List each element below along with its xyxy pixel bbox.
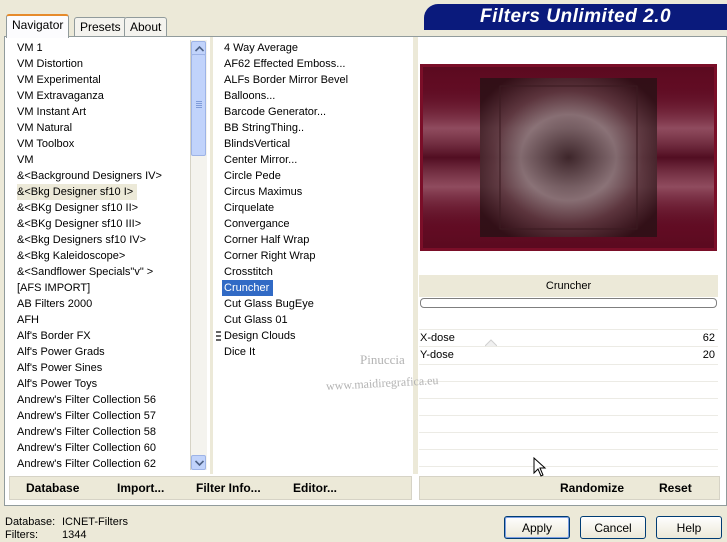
filter-item[interactable]: Cut Glass 01 (222, 312, 410, 328)
category-item[interactable]: Alf's Power Toys (15, 376, 189, 392)
category-item[interactable]: VM Natural (15, 120, 189, 136)
param-x-dose-value: 62 (702, 332, 715, 344)
chevron-up-icon (195, 46, 204, 52)
category-item[interactable]: VM Instant Art (15, 104, 189, 120)
category-item[interactable]: VM Experimental (15, 72, 189, 88)
category-item[interactable]: &<Sandflower Specials"v" > (15, 264, 189, 280)
filter-item[interactable]: AF62 Effected Emboss... (222, 56, 410, 72)
category-item[interactable]: VM Distortion (15, 56, 189, 72)
editor-button[interactable]: Editor... (293, 481, 337, 495)
param-y-dose[interactable]: Y-dose 20 (419, 347, 718, 363)
filter-item[interactable]: Center Mirror... (222, 152, 410, 168)
chevron-down-icon (195, 460, 204, 466)
tab-about[interactable]: About (124, 17, 168, 36)
category-item[interactable]: AFH (15, 312, 189, 328)
parameter-panel: X-dose 62 Y-dose 20 (419, 329, 718, 471)
progress-bar (420, 298, 717, 308)
filter-item-selected[interactable]: Cruncher (222, 280, 274, 296)
watermark-name: Pinuccia (360, 352, 405, 367)
help-button[interactable]: Help (656, 516, 722, 539)
category-item[interactable]: Andrew's Filter Collection 56 (15, 392, 189, 408)
mouse-cursor-icon (533, 457, 547, 477)
database-button[interactable]: Database (26, 481, 79, 495)
list-divider (210, 37, 213, 474)
status-filters-label: Filters: (5, 529, 38, 541)
filter-item[interactable]: 4 Way Average (222, 40, 410, 56)
drag-grip-icon (216, 331, 221, 343)
param-toolbar: Randomize Reset (419, 476, 720, 500)
scroll-thumb[interactable] (191, 54, 206, 156)
category-item[interactable]: VM 1 (15, 40, 189, 56)
reset-button[interactable]: Reset (659, 481, 692, 495)
status-database-label: Database: (5, 516, 56, 528)
category-list[interactable]: VM 1 VM Distortion VM Experimental VM Extra… (15, 40, 189, 472)
filter-item[interactable]: Balloons... (222, 88, 410, 104)
category-item[interactable]: &<BKg Designer sf10 II> (15, 200, 189, 216)
status-database: Database: ICNET-Filters (5, 516, 128, 528)
status-filters: Filters: 1344 (5, 529, 86, 541)
slider-marker-icon (485, 339, 497, 347)
filter-item[interactable]: Circle Pede (222, 168, 410, 184)
category-item[interactable]: &<Background Designers IV> (15, 168, 189, 184)
filter-item[interactable]: Corner Half Wrap (222, 232, 410, 248)
category-item[interactable]: VM (15, 152, 189, 168)
category-item[interactable]: Alf's Power Grads (15, 344, 189, 360)
param-y-dose-value: 20 (702, 349, 715, 361)
category-item[interactable]: Andrew's Filter Collection 60 (15, 440, 189, 456)
filter-item[interactable]: Crosstitch (222, 264, 410, 280)
filter-item[interactable]: Circus Maximus (222, 184, 410, 200)
category-scrollbar[interactable] (190, 40, 207, 470)
status-database-value: ICNET-Filters (62, 516, 128, 528)
filter-item[interactable]: BlindsVertical (222, 136, 410, 152)
filter-info-button[interactable]: Filter Info... (196, 481, 261, 495)
filter-item[interactable]: Cut Glass BugEye (222, 296, 410, 312)
cancel-button[interactable]: Cancel (580, 516, 646, 539)
filter-list[interactable]: 4 Way Average AF62 Effected Emboss... ALFs… (222, 40, 410, 472)
category-item[interactable]: &<Bkg Designers sf10 IV> (15, 232, 189, 248)
param-y-dose-label: Y-dose (420, 349, 454, 361)
import-button[interactable]: Import... (117, 481, 164, 495)
category-item[interactable]: Andrew's Filter Collection 57 (15, 408, 189, 424)
preview-image (420, 64, 717, 251)
tab-navigator[interactable]: Navigator (6, 14, 70, 38)
filter-item[interactable]: Corner Right Wrap (222, 248, 410, 264)
status-filters-value: 1344 (62, 529, 87, 541)
category-item[interactable]: Andrew's Filter Collection 62 (15, 456, 189, 472)
category-item[interactable]: &<Bkg Kaleidoscope> (15, 248, 189, 264)
filter-name-label: Cruncher (419, 275, 718, 297)
filter-item[interactable]: Convergance (222, 216, 410, 232)
category-item[interactable]: &<Bkg Designer sf10 I> (15, 184, 189, 200)
list-toolbar: Database Import... Filter Info... Editor… (9, 476, 412, 500)
filter-item[interactable]: Barcode Generator... (222, 104, 410, 120)
filter-item[interactable]: ALFs Border Mirror Bevel (222, 72, 410, 88)
apply-button[interactable]: Apply (504, 516, 570, 539)
param-x-dose-label: X-dose (420, 332, 455, 344)
randomize-button[interactable]: Randomize (560, 481, 624, 495)
filter-item[interactable]: BB StringThing.. (222, 120, 410, 136)
category-item[interactable]: VM Extravaganza (15, 88, 189, 104)
category-item[interactable]: AB Filters 2000 (15, 296, 189, 312)
tab-presets[interactable]: Presets (74, 17, 127, 36)
category-item-selected-label: &<Bkg Designer sf10 I> (17, 184, 138, 200)
app-banner-title: Filters Unlimited 2.0 (424, 4, 727, 30)
filter-item[interactable]: Cirquelate (222, 200, 410, 216)
category-item[interactable]: VM Toolbox (15, 136, 189, 152)
category-item[interactable]: &<BKg Designer sf10 III> (15, 216, 189, 232)
category-item[interactable]: Alf's Border FX (15, 328, 189, 344)
panel-divider (413, 37, 418, 474)
category-item[interactable]: Alf's Power Sines (15, 360, 189, 376)
category-item[interactable]: [AFS IMPORT] (15, 280, 189, 296)
category-item[interactable]: Andrew's Filter Collection 58 (15, 424, 189, 440)
filter-item[interactable]: Design Clouds (222, 328, 410, 344)
scroll-down-button[interactable] (191, 455, 206, 470)
param-x-dose[interactable]: X-dose 62 (419, 330, 718, 346)
